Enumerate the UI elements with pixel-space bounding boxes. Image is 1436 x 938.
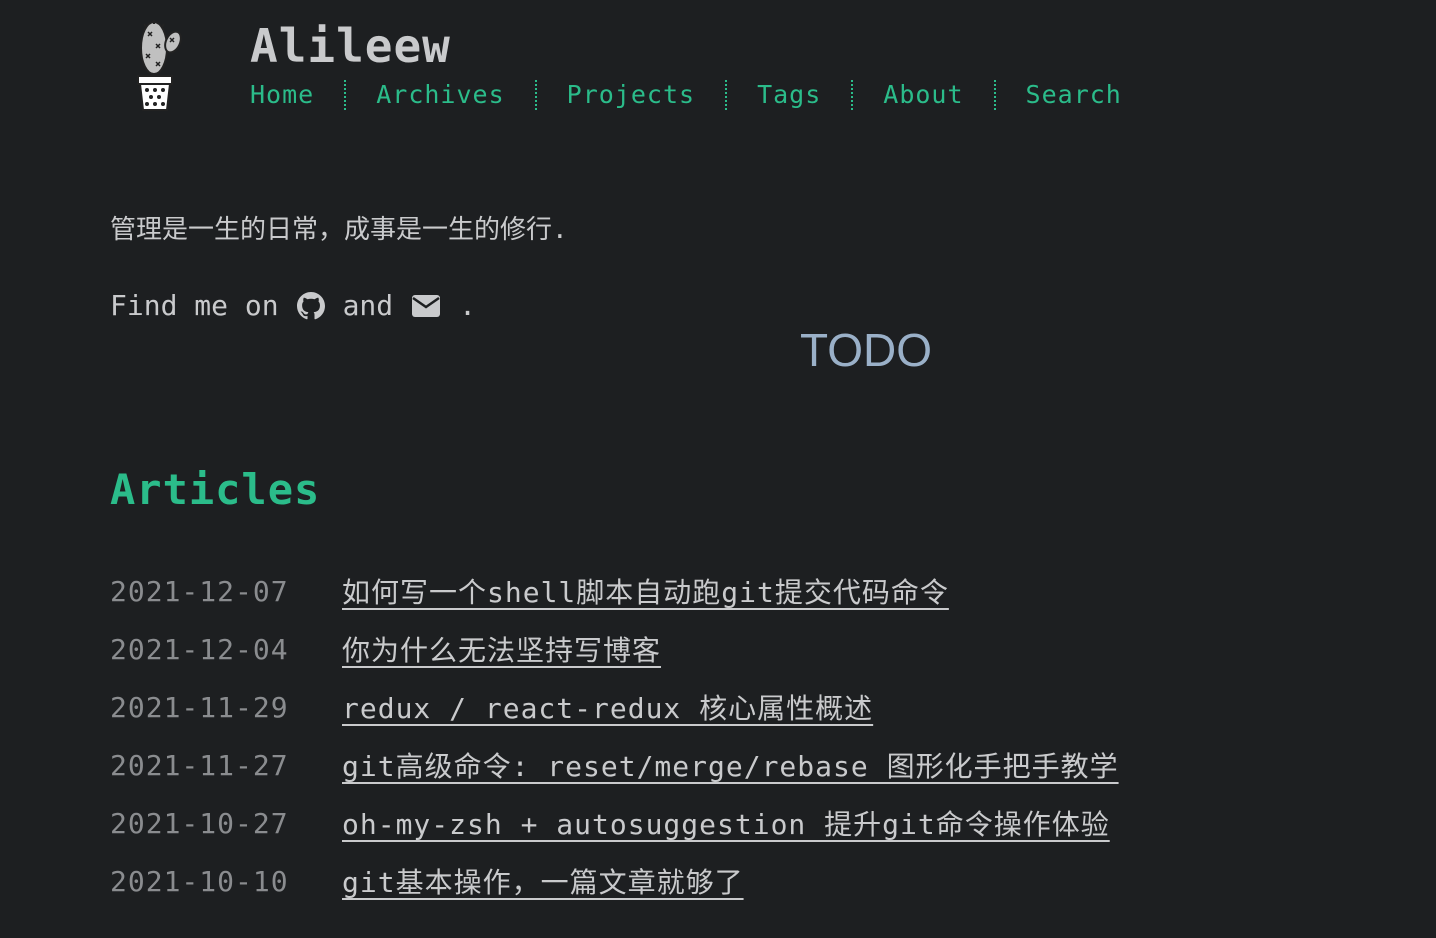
nav-item-tags[interactable]: Tags <box>757 78 821 112</box>
list-item: 2021-11-27 git高级命令: reset/merge/rebase 图… <box>110 736 1119 794</box>
post-date: 2021-12-07 <box>110 574 289 608</box>
page: Alileew Home Archives Projects Tags Abou… <box>0 0 1436 938</box>
post-link[interactable]: oh-my-zsh + autosuggestion 提升git命令操作体验 <box>342 803 1110 843</box>
post-date: 2021-11-27 <box>110 748 289 782</box>
nav-divider <box>851 80 854 110</box>
nav-divider <box>534 80 537 110</box>
post-link[interactable]: redux / react-redux 核心属性概述 <box>342 687 873 727</box>
post-date: 2021-12-04 <box>110 632 289 666</box>
nav-item-search[interactable]: Search <box>1026 78 1122 112</box>
list-item: 2021-12-04 你为什么无法坚持写博客 <box>110 620 1119 678</box>
post-link[interactable]: git基本操作，一篇文章就够了 <box>342 861 744 901</box>
todo-label: TODO <box>800 324 933 376</box>
post-date: 2021-10-27 <box>110 806 289 840</box>
articles-heading: Articles <box>110 465 321 514</box>
cactus-logo-icon[interactable] <box>130 18 190 114</box>
tagline: 管理是一生的日常，成事是一生的修行. <box>110 215 568 245</box>
nav-item-archives[interactable]: Archives <box>376 78 504 112</box>
nav-divider <box>344 80 347 110</box>
post-list: 2021-12-07 如何写一个shell脚本自动跑git提交代码命令 2021… <box>110 562 1119 910</box>
nav-divider <box>725 80 728 110</box>
find-me-and: and <box>342 289 394 322</box>
nav-divider <box>993 80 996 110</box>
find-me-prefix: Find me on <box>110 289 279 322</box>
github-icon[interactable] <box>296 292 325 320</box>
find-me-line: Find me on and . <box>110 286 476 326</box>
list-item: 2021-12-07 如何写一个shell脚本自动跑git提交代码命令 <box>110 562 1119 620</box>
envelope-icon[interactable] <box>411 294 441 318</box>
post-link[interactable]: git高级命令: reset/merge/rebase 图形化手把手教学 <box>342 745 1119 785</box>
list-item: 2021-10-27 oh-my-zsh + autosuggestion 提升… <box>110 794 1119 852</box>
find-me-suffix: . <box>459 289 477 322</box>
nav-item-home[interactable]: Home <box>250 78 314 112</box>
list-item: 2021-10-10 git基本操作，一篇文章就够了 <box>110 852 1119 910</box>
post-link[interactable]: 如何写一个shell脚本自动跑git提交代码命令 <box>342 571 949 611</box>
main-nav: Home Archives Projects Tags About Search <box>250 78 1122 112</box>
list-item: 2021-11-29 redux / react-redux 核心属性概述 <box>110 678 1119 736</box>
post-date: 2021-11-29 <box>110 690 289 724</box>
site-title[interactable]: Alileew <box>250 14 451 78</box>
post-date: 2021-10-10 <box>110 864 289 898</box>
nav-item-projects[interactable]: Projects <box>567 78 695 112</box>
nav-item-about[interactable]: About <box>883 78 963 112</box>
post-link[interactable]: 你为什么无法坚持写博客 <box>342 629 661 669</box>
